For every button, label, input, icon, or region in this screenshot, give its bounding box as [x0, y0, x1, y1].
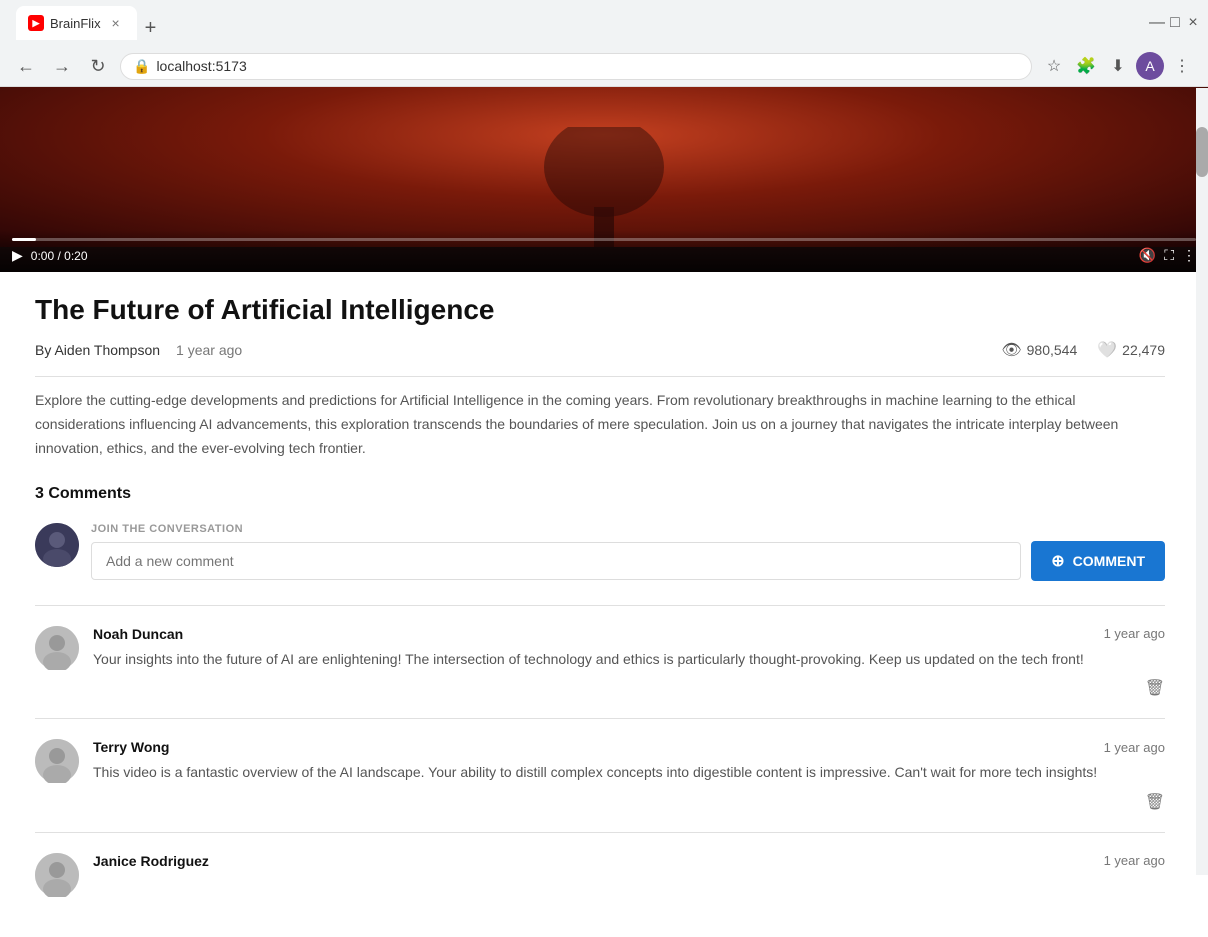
- comments-count: 3 Comments: [35, 485, 1165, 503]
- browser-titlebar: ▶ BrainFlix × + — □ ×: [0, 0, 1208, 46]
- comment-item: Terry Wong 1 year ago This video is a fa…: [35, 718, 1165, 831]
- commenter-name: Janice Rodriguez: [93, 853, 209, 869]
- comment-time: 1 year ago: [1104, 626, 1165, 641]
- security-icon: 🔒: [133, 58, 150, 75]
- video-controls: ▶ 0:00 / 0:20 🔇 ⛶ ⋮: [0, 230, 1208, 272]
- comment-header: Terry Wong 1 year ago: [93, 739, 1165, 755]
- main-content: The Future of Artificial Intelligence By…: [0, 272, 1200, 937]
- comment-input-row: ⊕ COMMENT: [91, 541, 1165, 581]
- video-time: 1 year ago: [176, 342, 242, 358]
- progress-fill: [12, 238, 36, 241]
- likes-stat: 🤍 22,479: [1097, 340, 1165, 360]
- video-author: By Aiden Thompson: [35, 342, 160, 358]
- play-button[interactable]: ▶: [12, 247, 23, 264]
- forward-button[interactable]: →: [48, 52, 76, 80]
- delete-comment-button[interactable]: 🗑: [1145, 792, 1165, 812]
- new-tab-button[interactable]: +: [137, 17, 165, 40]
- comment-time: 1 year ago: [1104, 740, 1165, 755]
- minimize-button[interactable]: —: [1150, 16, 1164, 30]
- likes-count: 22,479: [1122, 342, 1165, 358]
- comment-input[interactable]: [91, 542, 1021, 580]
- comment-item: Janice Rodriguez 1 year ago: [35, 832, 1165, 917]
- comment-form: JOIN THE CONVERSATION ⊕ COMMENT: [35, 523, 1165, 581]
- video-meta: By Aiden Thompson 1 year ago 👁 980,544 🤍…: [35, 340, 1165, 360]
- download-icon[interactable]: ⬇: [1104, 52, 1132, 80]
- comment-text: Your insights into the future of AI are …: [93, 648, 1165, 670]
- maximize-button[interactable]: □: [1168, 16, 1182, 30]
- fullscreen-button[interactable]: ⛶: [1164, 247, 1174, 264]
- video-thumbnail: [0, 87, 1208, 247]
- comment-header: Janice Rodriguez 1 year ago: [93, 853, 1165, 869]
- refresh-button[interactable]: ↻: [84, 52, 112, 80]
- views-icon: 👁: [1001, 340, 1021, 360]
- join-label: JOIN THE CONVERSATION: [91, 523, 1165, 535]
- extensions-icon[interactable]: 🧩: [1072, 52, 1100, 80]
- tab-bar: ▶ BrainFlix × +: [8, 6, 1146, 40]
- video-player[interactable]: ▶ 0:00 / 0:20 🔇 ⛶ ⋮: [0, 87, 1208, 272]
- back-button[interactable]: ←: [12, 52, 40, 80]
- time-display: 0:00 / 0:20: [31, 249, 88, 263]
- profile-icon[interactable]: A: [1136, 52, 1164, 80]
- comment-item: Noah Duncan 1 year ago Your insights int…: [35, 605, 1165, 718]
- bookmark-icon[interactable]: ☆: [1040, 52, 1068, 80]
- address-bar: ← → ↻ 🔒 localhost:5173 ☆ 🧩 ⬇ A ⋮: [0, 46, 1208, 86]
- url-text: localhost:5173: [156, 58, 1019, 74]
- divider-1: [35, 376, 1165, 377]
- tab-favicon: ▶: [28, 15, 44, 31]
- scrollbar[interactable]: [1196, 88, 1208, 875]
- delete-comment-button[interactable]: 🗑: [1145, 678, 1165, 698]
- meta-stats: 👁 980,544 🤍 22,479: [1001, 340, 1165, 360]
- browser-chrome: ▶ BrainFlix × + — □ × ← → ↻ 🔒 localhost:…: [0, 0, 1208, 87]
- views-count: 980,544: [1027, 342, 1078, 358]
- comment-button[interactable]: ⊕ COMMENT: [1031, 541, 1165, 581]
- progress-bar[interactable]: [12, 238, 1196, 241]
- likes-icon: 🤍: [1097, 340, 1117, 360]
- tab-close-button[interactable]: ×: [107, 14, 125, 32]
- comment-time: 1 year ago: [1104, 853, 1165, 868]
- comment-actions: 🗑: [93, 678, 1165, 698]
- active-tab[interactable]: ▶ BrainFlix ×: [16, 6, 137, 40]
- comments-list: Noah Duncan 1 year ago Your insights int…: [35, 605, 1165, 917]
- scrollbar-thumb[interactable]: [1196, 127, 1208, 177]
- current-user-avatar: [35, 523, 79, 567]
- comment-input-area: JOIN THE CONVERSATION ⊕ COMMENT: [91, 523, 1165, 581]
- url-bar[interactable]: 🔒 localhost:5173: [120, 53, 1032, 80]
- views-stat: 👁 980,544: [1001, 340, 1077, 360]
- controls-row: ▶ 0:00 / 0:20 🔇 ⛶ ⋮: [12, 247, 1196, 264]
- comment-text: This video is a fantastic overview of th…: [93, 761, 1165, 783]
- tab-title: BrainFlix: [50, 16, 101, 31]
- avatar-image: [35, 523, 79, 567]
- mute-button[interactable]: 🔇: [1139, 247, 1156, 264]
- commenter-name: Noah Duncan: [93, 626, 183, 642]
- comment-actions: 🗑: [93, 792, 1165, 812]
- commenter-avatar: [35, 626, 79, 670]
- video-art: [504, 127, 704, 247]
- toolbar-icons: ☆ 🧩 ⬇ A ⋮: [1040, 52, 1196, 80]
- comment-body: Noah Duncan 1 year ago Your insights int…: [93, 626, 1165, 698]
- video-description: Explore the cutting-edge developments an…: [35, 389, 1165, 460]
- more-options-button[interactable]: ⋮: [1182, 247, 1196, 264]
- comment-header: Noah Duncan 1 year ago: [93, 626, 1165, 642]
- commenter-avatar: [35, 739, 79, 783]
- commenter-name: Terry Wong: [93, 739, 170, 755]
- comment-body: Terry Wong 1 year ago This video is a fa…: [93, 739, 1165, 811]
- video-title: The Future of Artificial Intelligence: [35, 292, 1165, 328]
- comment-plus-icon: ⊕: [1051, 551, 1064, 571]
- menu-icon[interactable]: ⋮: [1168, 52, 1196, 80]
- window-close-button[interactable]: ×: [1186, 16, 1200, 30]
